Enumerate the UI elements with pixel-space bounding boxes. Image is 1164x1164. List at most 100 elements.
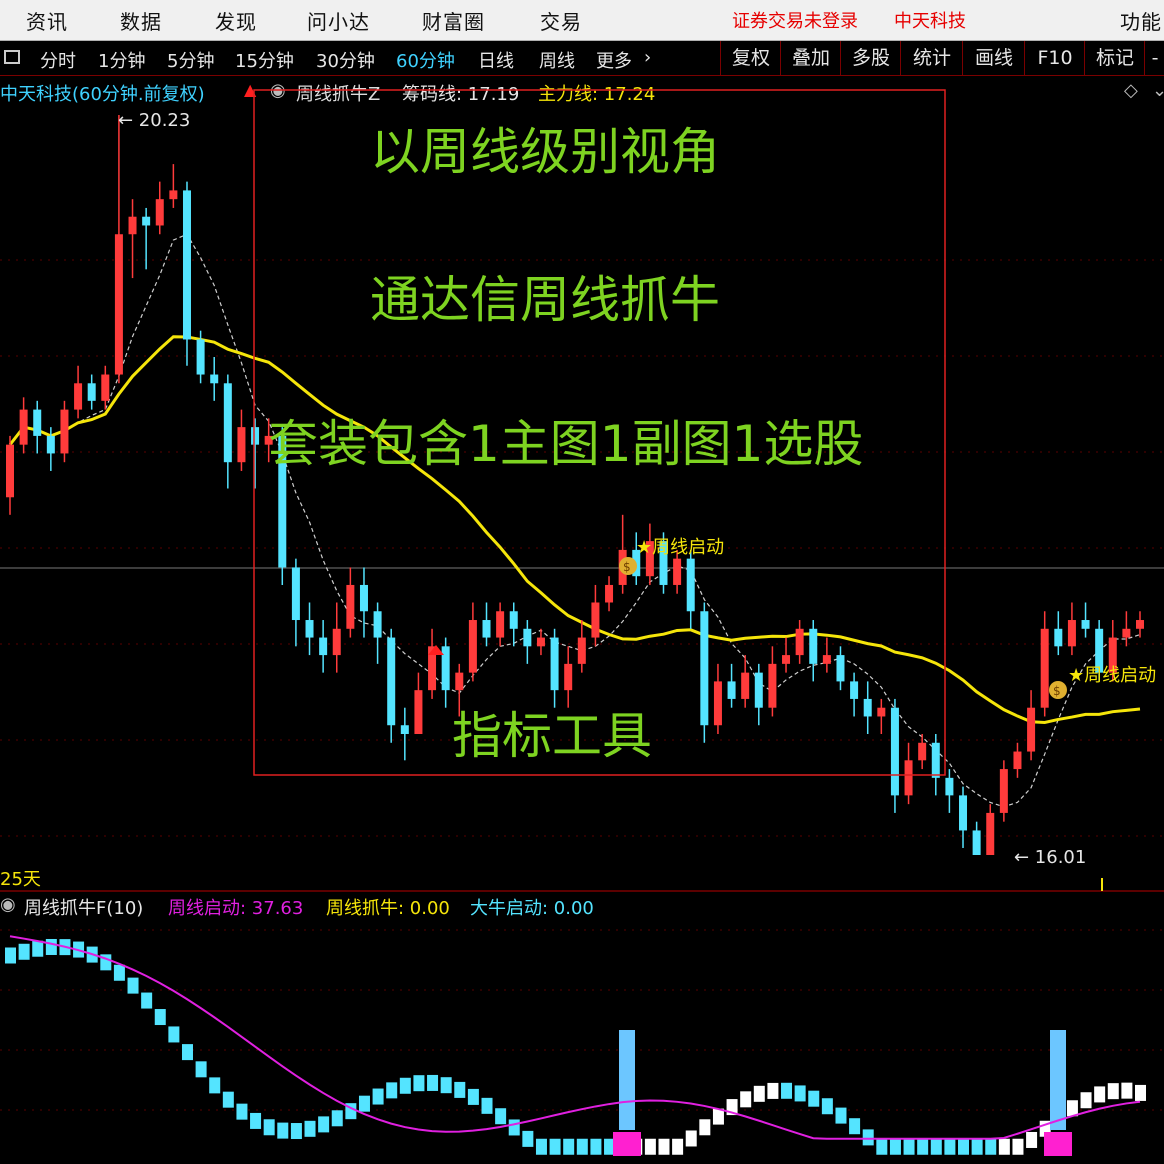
menu-function[interactable]: 功能: [1120, 6, 1162, 35]
subchart-bar: [263, 1119, 275, 1136]
subchart-bar: [168, 1026, 180, 1043]
subchart-bar: [32, 940, 44, 957]
f10-button[interactable]: F10: [1024, 41, 1085, 75]
draw-line-button[interactable]: 画线: [962, 41, 1025, 75]
startup-column: [619, 1030, 635, 1130]
main-force-value: 主力线: 17.24: [538, 84, 656, 105]
candle-body: [918, 742, 927, 761]
subchart-bar: [1080, 1092, 1092, 1109]
menu-wealth-circle[interactable]: 财富圈: [422, 6, 485, 35]
candle-body: [1040, 628, 1049, 708]
subchart-bar: [903, 1138, 915, 1155]
subchart-bar: [73, 941, 85, 958]
subchart-bar: [876, 1138, 888, 1155]
candle-body: [945, 777, 954, 796]
multi-stock-button[interactable]: 多股: [840, 41, 901, 75]
candle-body: [74, 383, 83, 410]
candle-body: [727, 681, 736, 699]
candle-body: [523, 628, 532, 647]
subchart-title[interactable]: 周线抓牛F(10): [24, 894, 143, 920]
subchart-bar: [358, 1095, 370, 1112]
candle-body: [33, 409, 42, 436]
subchart-bar: [998, 1138, 1010, 1155]
candle-body: [782, 655, 791, 664]
candle-body: [1081, 620, 1090, 629]
menu-discover[interactable]: 发现: [215, 6, 257, 35]
period-60min[interactable]: 60分钟: [396, 47, 455, 73]
candle-body: [509, 611, 518, 629]
candle-body: [6, 444, 14, 498]
subchart-bar: [1094, 1086, 1106, 1103]
period-15min[interactable]: 15分钟: [235, 47, 294, 73]
subchart-bar: [821, 1098, 833, 1115]
subchart-bar: [1135, 1084, 1146, 1101]
subchart-circle-icon[interactable]: ◉: [0, 894, 16, 915]
subchart-bar: [1066, 1100, 1078, 1117]
menu-ask[interactable]: 问小达: [307, 6, 370, 35]
period-5min[interactable]: 5分钟: [167, 47, 214, 73]
candle-body: [414, 690, 423, 735]
period-1min[interactable]: 1分钟: [98, 47, 145, 73]
period-timeshare[interactable]: 分时: [40, 47, 76, 73]
subchart-bar: [958, 1138, 970, 1155]
diamond-icon[interactable]: ◇: [1124, 80, 1138, 101]
subchart-bar: [495, 1108, 507, 1125]
candle-body: [850, 681, 859, 699]
period-more[interactable]: 更多: [596, 47, 632, 73]
subchart-bar: [767, 1082, 779, 1099]
candle-body: [305, 620, 314, 638]
subchart-bar: [331, 1110, 343, 1127]
subchart-bar: [1053, 1109, 1065, 1126]
candle-body: [142, 216, 151, 226]
subchart-bar: [345, 1103, 357, 1120]
adjust-button[interactable]: 复权: [720, 41, 781, 75]
mark-button[interactable]: 标记: [1084, 41, 1145, 75]
subchart-bar: [672, 1138, 684, 1155]
subchart-bar: [849, 1118, 861, 1135]
subchart-bar: [889, 1138, 901, 1155]
money-bag-icon: $: [619, 557, 637, 575]
subchart-bar: [808, 1090, 820, 1107]
candle-body: [700, 611, 709, 726]
subchart-bar: [794, 1085, 806, 1102]
candle-body: [332, 628, 341, 656]
overlay-button[interactable]: 叠加: [780, 41, 841, 75]
candle-body: [1027, 707, 1036, 752]
candle-body: [972, 830, 981, 855]
candle-body: [999, 769, 1008, 813]
startup-base: [613, 1132, 641, 1156]
login-status[interactable]: 证券交易未登录: [732, 7, 858, 33]
menu-news[interactable]: 资讯: [26, 6, 68, 35]
indicator-name[interactable]: 周线抓牛Z: [296, 80, 380, 106]
menu-data[interactable]: 数据: [120, 6, 162, 35]
candle-body: [101, 374, 110, 401]
subchart-bar: [181, 1044, 193, 1061]
chevron-down-icon[interactable]: ⌄: [1152, 80, 1164, 101]
svg-text:$: $: [1053, 684, 1061, 698]
panel-toggle-icon[interactable]: [4, 50, 20, 64]
candle-body: [319, 637, 328, 656]
period-daily[interactable]: 日线: [478, 47, 514, 73]
subchart-bar: [86, 946, 98, 963]
subchart-bar: [781, 1082, 793, 1099]
indicator-circle-icon[interactable]: ◉: [270, 80, 286, 101]
chevron-right-icon[interactable]: ›: [644, 47, 651, 68]
startup-base: [1044, 1132, 1072, 1156]
candle-body: [863, 698, 872, 717]
period-30min[interactable]: 30分钟: [316, 47, 375, 73]
period-weekly[interactable]: 周线: [539, 47, 575, 73]
subchart-bar: [563, 1138, 575, 1155]
menu-trade[interactable]: 交易: [540, 6, 582, 35]
subchart-bar: [617, 1138, 629, 1155]
overlay-line-3: 套装包含1主图1副图1选股: [268, 415, 864, 473]
subchart-bar: [985, 1138, 997, 1155]
candle-body: [46, 435, 55, 454]
subchart-bar: [522, 1130, 534, 1147]
candle-body: [741, 672, 750, 699]
subchart-bar: [141, 992, 153, 1009]
more-right-button[interactable]: -: [1144, 41, 1164, 75]
subchart-bar: [399, 1077, 411, 1094]
stats-button[interactable]: 统计: [900, 41, 963, 75]
top-menu-bar: 资讯 数据 发现 问小达 财富圈 交易 证券交易未登录 中天科技 功能: [0, 0, 1164, 41]
candle-body: [645, 541, 654, 577]
